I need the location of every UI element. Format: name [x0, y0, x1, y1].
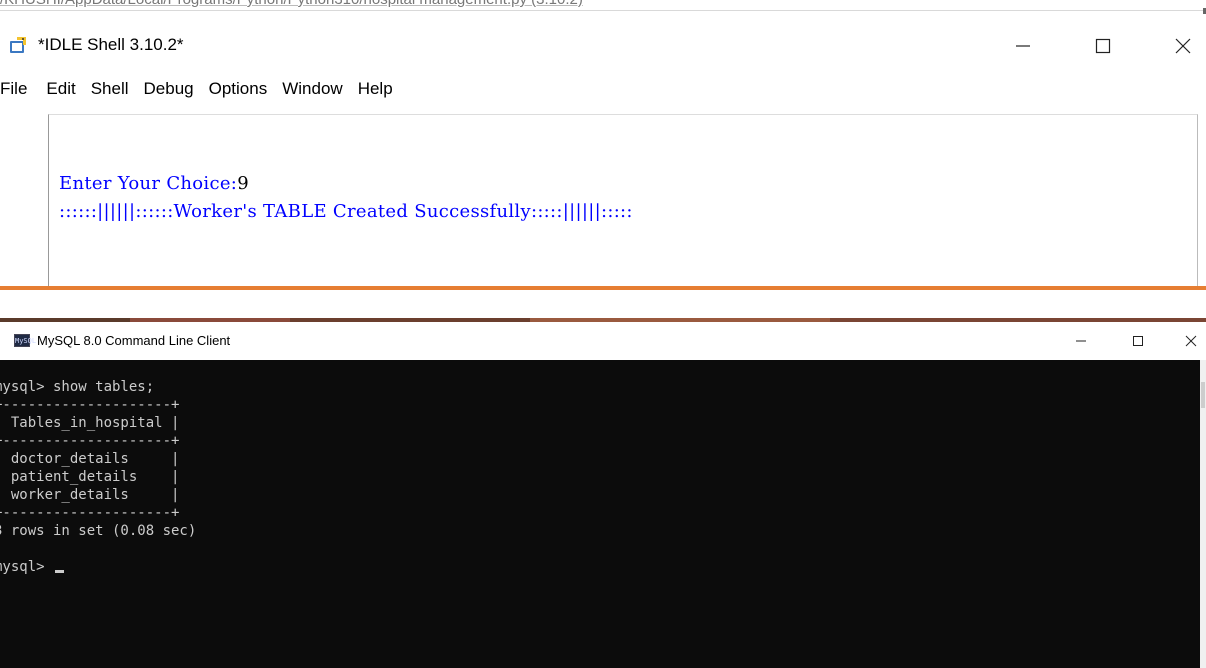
menu-file[interactable]: File: [0, 76, 36, 102]
menu-bar: File Edit Shell Debug Options Window Hel…: [0, 76, 1206, 102]
maximize-icon: [1095, 38, 1111, 54]
minimize-icon: [1076, 340, 1086, 342]
console-line: mysql> show tables;: [0, 379, 155, 395]
console-prompt: mysql>: [0, 559, 45, 575]
menu-window[interactable]: Window: [282, 76, 351, 102]
desktop-background: [0, 290, 1206, 322]
console-line: | patient_details |: [0, 469, 180, 485]
menu-edit[interactable]: Edit: [46, 76, 84, 102]
scrollbar-thumb[interactable]: [1201, 382, 1205, 408]
console-line: +--------------------+: [0, 433, 180, 449]
close-button[interactable]: [1168, 322, 1206, 360]
shell-output-line: ::::::||||||::::::Worker's TABLE Created…: [59, 201, 633, 222]
mysql-titlebar[interactable]: MySQL MySQL 8.0 Command Line Client: [0, 322, 1206, 360]
console-line: +--------------------+: [0, 397, 180, 413]
menu-shell[interactable]: Shell: [91, 76, 138, 102]
console-line: +--------------------+: [0, 505, 180, 521]
idle-titlebar[interactable]: *IDLE Shell 3.10.2*: [0, 24, 1206, 68]
minimize-icon: [1016, 45, 1030, 47]
mysql-console-window: MySQL MySQL 8.0 Command Line Client mysq…: [0, 322, 1206, 668]
idle-shell-window: /KHUSHI/AppData/Local/Programs/Python/Py…: [0, 0, 1206, 286]
maximize-icon: [1133, 336, 1143, 346]
console-line: 3 rows in set (0.08 sec): [0, 523, 197, 539]
shell-prompt-line: Enter Your Choice:9: [59, 173, 249, 194]
maximize-button[interactable]: [1115, 322, 1161, 360]
console-scrollbar[interactable]: [1200, 360, 1206, 668]
shell-text-area[interactable]: Enter Your Choice:9 ::::::||||||::::::Wo…: [48, 114, 1198, 286]
console-output[interactable]: mysql> show tables; +-------------------…: [0, 360, 1200, 668]
shell-prompt: Enter Your Choice:: [59, 173, 238, 194]
menu-options[interactable]: Options: [209, 76, 277, 102]
mysql-console-icon: MySQL: [14, 334, 36, 347]
shell-input: 9: [237, 173, 249, 194]
console-line: | Tables_in_hospital |: [0, 415, 180, 431]
text-cursor: [55, 570, 65, 573]
close-icon: [1175, 38, 1191, 54]
console-text: mysql> show tables; +-------------------…: [0, 378, 196, 576]
menu-help[interactable]: Help: [358, 76, 402, 102]
maximize-button[interactable]: [1080, 24, 1126, 68]
minimize-button[interactable]: [1058, 322, 1104, 360]
menu-debug[interactable]: Debug: [144, 76, 203, 102]
close-icon: [1185, 335, 1197, 347]
console-line: | doctor_details |: [0, 451, 180, 467]
path-divider: [0, 10, 1206, 11]
minimize-button[interactable]: [1000, 24, 1046, 68]
python-idle-icon: [8, 34, 30, 56]
console-line: | worker_details |: [0, 487, 180, 503]
window-title: *IDLE Shell 3.10.2*: [38, 35, 184, 54]
window-title: MySQL 8.0 Command Line Client: [37, 333, 231, 348]
close-button[interactable]: [1160, 24, 1206, 68]
